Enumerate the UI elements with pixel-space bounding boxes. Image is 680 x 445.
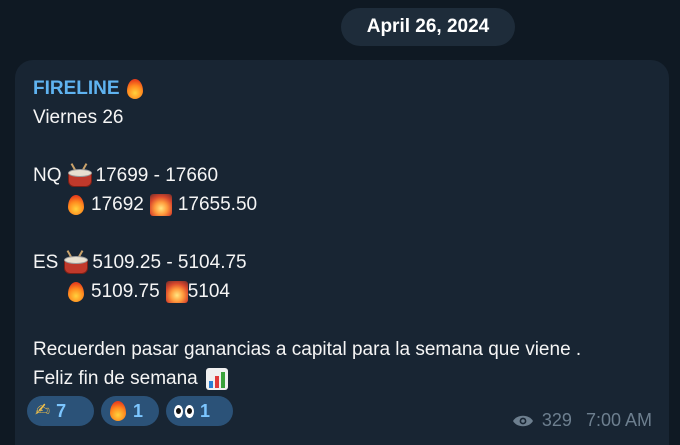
- reaction-count: 1: [200, 400, 211, 421]
- day-text: Viernes 26: [33, 107, 124, 128]
- chat-background: April 26, 2024 FIRELINE Viernes 26 NQ 17…: [0, 0, 680, 445]
- reaction-fire[interactable]: 1: [101, 396, 159, 426]
- es-label: ES: [33, 252, 59, 273]
- fire-icon: [109, 400, 127, 422]
- writing-hand-icon: ✍: [35, 400, 51, 421]
- sender-name-row[interactable]: FIRELINE: [33, 74, 651, 103]
- closing-text-2: Feliz fin de semana: [33, 368, 198, 389]
- bar-chart-icon: [205, 367, 228, 390]
- views-eye-icon: [512, 415, 533, 426]
- fire-icon: [67, 281, 85, 303]
- closing-text: Recuerden pasar ganancias a capital para…: [33, 339, 582, 360]
- fireworks-icon: [149, 193, 172, 216]
- es-levels-line: 5109.75 5104: [33, 277, 651, 306]
- reaction-count: 7: [56, 400, 67, 421]
- es-spark-level: 5104: [187, 281, 230, 302]
- reactions-bar: ✍ 7 1 1: [27, 396, 233, 426]
- fire-icon: [126, 78, 144, 100]
- reaction-eyes[interactable]: 1: [166, 396, 233, 426]
- message-bubble[interactable]: FIRELINE Viernes 26 NQ 17699 - 17660 176…: [15, 60, 669, 445]
- nq-range: 17699 - 17660: [95, 165, 219, 186]
- nq-levels-line: 17692 17655.50: [33, 190, 651, 219]
- message-meta: 329 7:00 AM: [512, 410, 652, 431]
- reaction-writing-hand[interactable]: ✍ 7: [27, 396, 94, 426]
- es-range-line: ES 5109.25 - 5104.75: [33, 248, 651, 277]
- nq-range-line: NQ 17699 - 17660: [33, 161, 651, 190]
- sender-name[interactable]: FIRELINE: [33, 74, 120, 103]
- es-fire-level: 5109.75: [91, 281, 160, 302]
- es-range: 5109.25 - 5104.75: [92, 252, 247, 273]
- fire-icon: [67, 194, 85, 216]
- drum-icon: [63, 249, 89, 274]
- eyes-icon: [174, 404, 194, 418]
- message-time: 7:00 AM: [585, 410, 652, 430]
- nq-spark-level: 17655.50: [177, 194, 258, 215]
- fireworks-icon: [165, 280, 188, 303]
- closing-line-1: Recuerden pasar ganancias a capital para…: [33, 335, 651, 364]
- closing-line-2: Feliz fin de semana: [33, 364, 651, 393]
- reaction-count: 1: [133, 400, 144, 421]
- drum-icon: [67, 162, 92, 187]
- message-line: Viernes 26: [33, 103, 651, 132]
- nq-fire-level: 17692: [91, 194, 144, 215]
- nq-label: NQ: [33, 165, 62, 186]
- date-separator: April 26, 2024: [341, 8, 515, 46]
- view-count: 329: [541, 410, 572, 430]
